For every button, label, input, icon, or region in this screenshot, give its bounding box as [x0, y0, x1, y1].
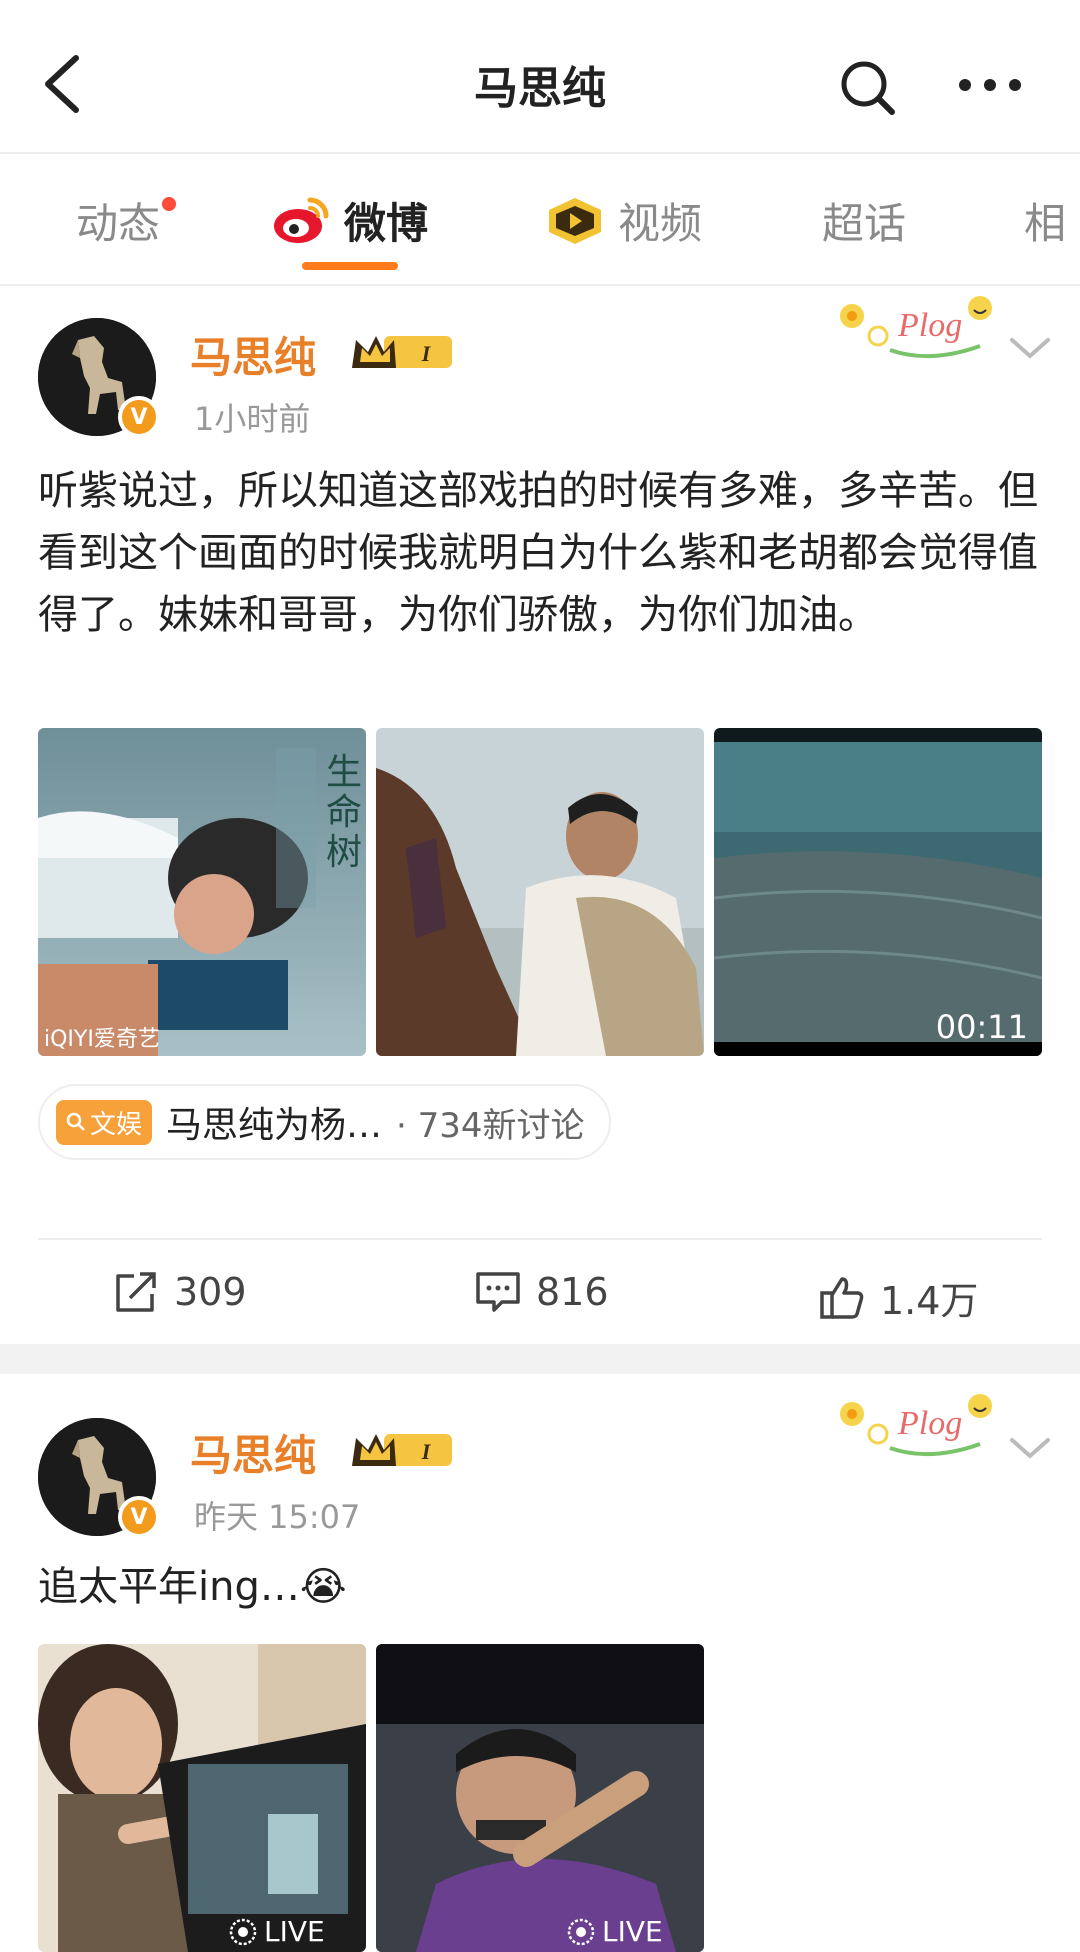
- tab-label: 相: [1024, 199, 1067, 248]
- image-grid: 生 命 树 iQIYI爱奇艺 00:11: [38, 728, 1042, 1056]
- tab-label: 动态: [76, 199, 161, 248]
- tab-label: 视频: [618, 199, 703, 248]
- sticker-text: Plog: [897, 1405, 962, 1442]
- search-icon: [66, 1112, 85, 1131]
- notification-dot: [162, 196, 177, 211]
- iqiyi-watermark: iQIYI爱奇艺: [44, 1027, 160, 1052]
- tab-super-topic[interactable]: 超话: [822, 190, 906, 251]
- movie-still-rider: [376, 728, 704, 1056]
- tab-label: 超话: [822, 199, 907, 248]
- plog-sticker-icon: Plog: [840, 1394, 992, 1457]
- chevron-down-icon[interactable]: [1006, 334, 1054, 364]
- verified-badge-icon: V: [118, 396, 160, 438]
- vertical-caption-2: 命: [326, 792, 362, 833]
- divider: [38, 1238, 1042, 1240]
- topic-count: · 734新讨论: [396, 1105, 585, 1146]
- comment-button[interactable]: 816: [474, 1270, 609, 1314]
- live-label: LIVE: [264, 1915, 325, 1948]
- weibo-post: V 马思纯 I 1小时前 Plog 听紫说过，所以知道这部戏拍的时候有多难，多辛…: [0, 286, 1080, 1344]
- level-text: I: [421, 341, 432, 366]
- comment-count: 816: [536, 1270, 609, 1314]
- live-icon: [229, 1918, 257, 1945]
- chevron-down-icon[interactable]: [1006, 1434, 1054, 1464]
- username[interactable]: 马思纯: [190, 1422, 316, 1483]
- tab-weibo[interactable]: 微博: [272, 190, 429, 270]
- like-count: 1.4万: [880, 1279, 979, 1323]
- video-play-icon: [549, 197, 601, 244]
- topic-title: 马思纯为杨…: [166, 1105, 383, 1146]
- tab-photos[interactable]: 相: [1024, 190, 1066, 251]
- live-icon: [567, 1918, 595, 1945]
- verified-badge-icon: V: [118, 1496, 160, 1538]
- live-indicator: LIVE: [566, 1915, 663, 1948]
- weibo-post: V 马思纯 I 昨天 15:07 Plog 追太平年ing…😭 LIVE LIV…: [0, 1374, 1080, 1952]
- crown-level-badge-icon: I: [352, 336, 452, 368]
- sticker-text: Plog: [897, 307, 962, 344]
- thumbs-up-icon: [820, 1276, 864, 1319]
- post-text: 追太平年ing…😭: [38, 1564, 347, 1610]
- tab-dynamic[interactable]: 动态: [76, 190, 177, 251]
- like-button[interactable]: 1.4万: [818, 1270, 978, 1325]
- weibo-logo-icon: [274, 197, 329, 243]
- repost-icon: [116, 1272, 156, 1312]
- post-image[interactable]: 生 命 树 iQIYI爱奇艺: [38, 728, 366, 1056]
- topic-tag: 文娱: [56, 1099, 153, 1145]
- post-time: 昨天 15:07: [194, 1498, 361, 1536]
- live-photo-thumbnail: [38, 1644, 366, 1952]
- video-duration: 00:11: [935, 1008, 1028, 1046]
- repost-button[interactable]: 309: [112, 1270, 247, 1314]
- plog-sticker-icon: Plog: [840, 296, 992, 359]
- username[interactable]: 马思纯: [190, 324, 316, 385]
- post-image[interactable]: [376, 728, 704, 1056]
- live-label: LIVE: [602, 1915, 663, 1948]
- repost-count: 309: [174, 1270, 247, 1314]
- post-text: 听紫说过，所以知道这部戏拍的时候有多难，多辛苦。但看到这个画面的时候我就明白为什…: [38, 468, 1038, 638]
- movie-still-child: 生 命 树 iQIYI爱奇艺: [38, 728, 366, 1056]
- post-video[interactable]: 00:11: [714, 728, 1042, 1056]
- crown-level-badge-icon: I: [352, 1434, 452, 1466]
- live-indicator: LIVE: [228, 1915, 325, 1948]
- post-live-photo[interactable]: LIVE: [38, 1644, 366, 1952]
- video-thumbnail: [714, 728, 1042, 1056]
- post-time: 1小时前: [194, 400, 311, 438]
- comment-icon: [476, 1272, 520, 1312]
- post-separator: [0, 1344, 1080, 1374]
- topic-chip[interactable]: 文娱 马思纯为杨… · 734新讨论: [38, 1084, 611, 1160]
- more-dots-icon[interactable]: [955, 70, 1025, 100]
- image-grid: LIVE LIVE: [38, 1644, 1042, 1952]
- search-icon[interactable]: [838, 58, 898, 118]
- tab-label: 微博: [344, 199, 429, 248]
- active-tab-indicator: [302, 262, 398, 270]
- top-bar: 马思纯: [0, 0, 1080, 152]
- live-photo-thumbnail: [376, 1644, 704, 1952]
- tab-video[interactable]: 视频: [546, 190, 702, 251]
- topic-tag-label: 文娱: [90, 1109, 143, 1140]
- vertical-caption-1: 生: [326, 752, 362, 793]
- post-live-photo[interactable]: LIVE: [376, 1644, 704, 1952]
- vertical-caption-3: 树: [326, 832, 362, 873]
- page-title: 马思纯: [474, 63, 606, 114]
- level-text: I: [421, 1439, 432, 1464]
- tab-bar: 动态 微博 视频 超话 相: [0, 154, 1080, 284]
